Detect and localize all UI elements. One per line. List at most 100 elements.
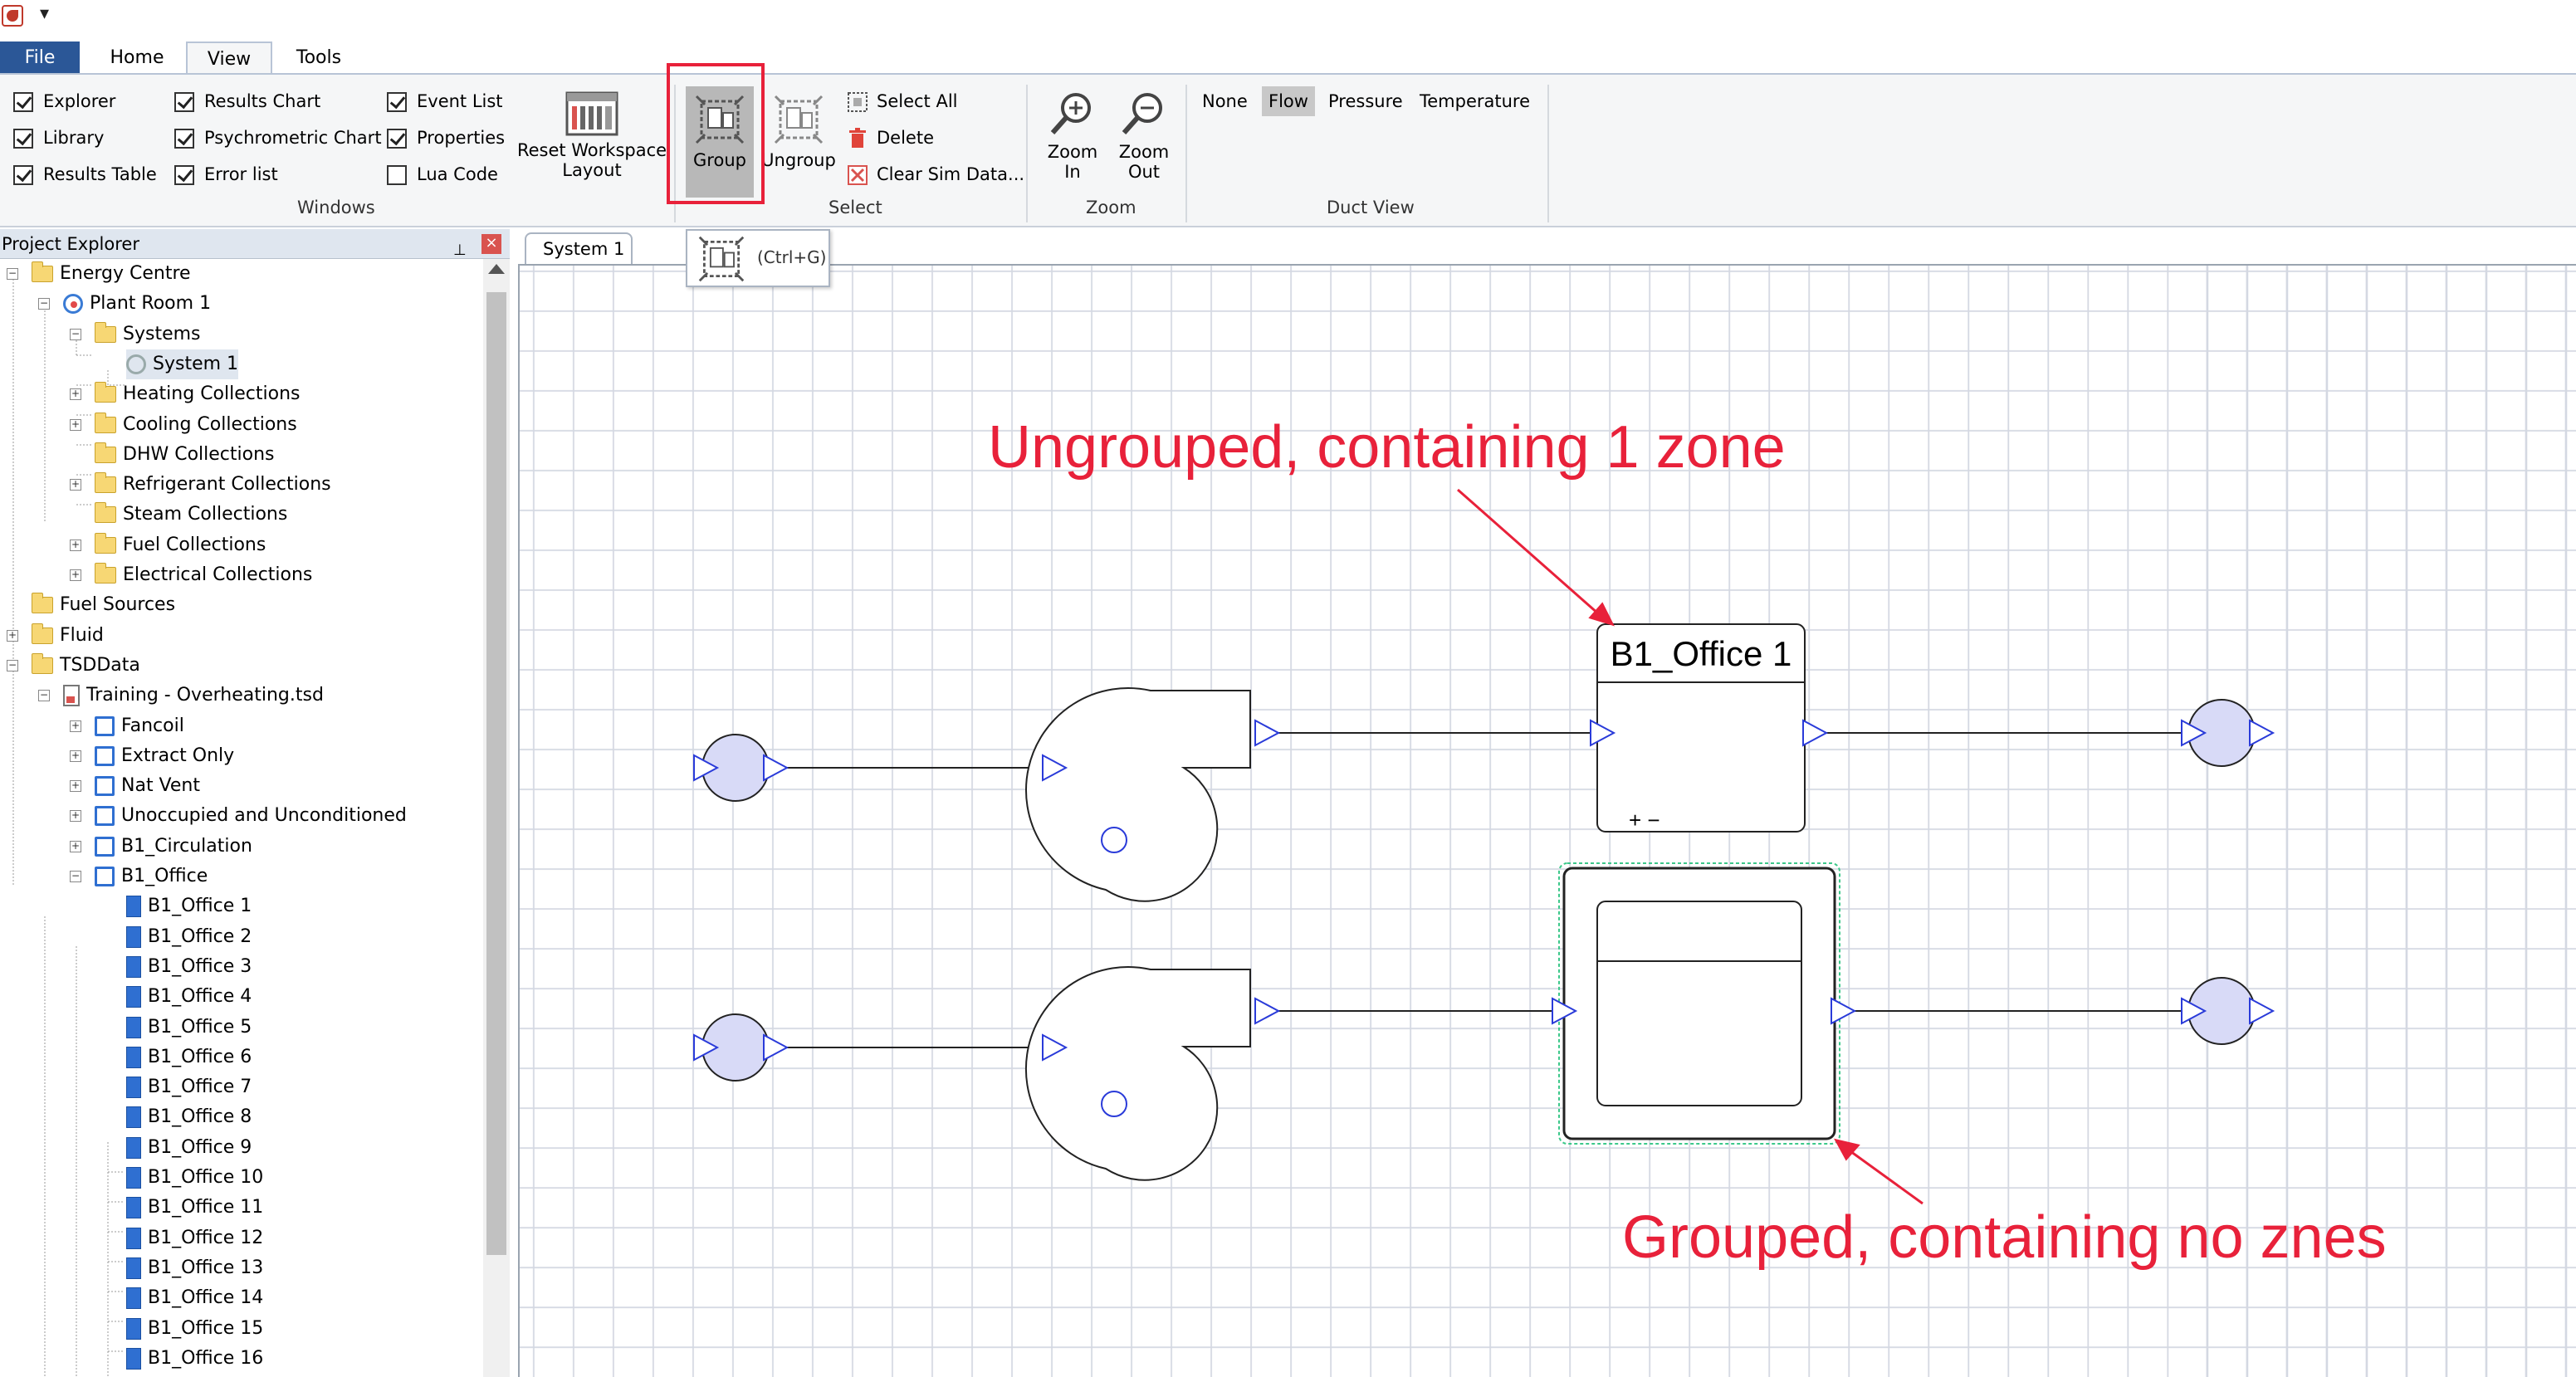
checkbox-icon	[13, 129, 33, 149]
delete-button[interactable]: Delete	[845, 125, 934, 151]
tree-node[interactable]: + Fluid	[7, 621, 104, 651]
collapse-icon[interactable]: −	[70, 871, 81, 882]
tree-node[interactable]: B1_Office 4	[126, 982, 252, 1012]
explorer-checkbox[interactable]: Explorer	[13, 88, 115, 115]
tab-system-1[interactable]: System 1	[525, 232, 633, 264]
zoom-out-button[interactable]: Zoom Out	[1111, 88, 1177, 182]
tree-node[interactable]: + Fancoil	[70, 711, 184, 741]
select-all-icon	[848, 92, 868, 112]
expand-icon[interactable]: +	[70, 569, 81, 581]
expand-icon[interactable]: +	[70, 840, 81, 852]
fan-component[interactable]	[1025, 687, 1251, 902]
collapse-icon[interactable]: −	[38, 298, 50, 310]
tree-node[interactable]: − TSDData	[7, 651, 140, 681]
tree-node[interactable]: B1_Office 5	[126, 1013, 252, 1043]
collapse-icon[interactable]: −	[7, 659, 18, 671]
tab-tools[interactable]: Tools	[277, 42, 360, 75]
clear-sim-data-button[interactable]: Clear Sim Data...	[845, 161, 1024, 188]
tree-node[interactable]: B1_Office 16	[126, 1344, 263, 1374]
ungroup-button[interactable]: Ungroup	[759, 93, 838, 170]
tree-node[interactable]: B1_Office 8	[126, 1102, 252, 1132]
tab-view[interactable]: View	[186, 42, 272, 75]
results-chart-checkbox[interactable]: Results Chart	[174, 88, 320, 115]
tree-node[interactable]: + Electrical Collections	[70, 560, 312, 590]
tree-node[interactable]: + B1_Circulation	[70, 832, 252, 862]
tree-node[interactable]: + Heating Collections	[70, 379, 300, 409]
event-list-checkbox[interactable]: Event List	[387, 88, 503, 115]
explorer-scrollbar[interactable]	[483, 259, 510, 1377]
tree-node[interactable]: B1_Office 9	[126, 1133, 252, 1163]
tree-node[interactable]: − Training - Overheating.tsd	[38, 681, 324, 710]
app-icon[interactable]	[2, 5, 23, 27]
tree-node[interactable]: B1_Office 12	[126, 1223, 263, 1253]
zone-expand-controls[interactable]: + −	[1629, 808, 1660, 833]
psychrometric-chart-checkbox[interactable]: Psychrometric Chart	[174, 125, 382, 151]
explorer-tree: − Energy Centre − Plant Room 1 − Systems Syste…	[0, 259, 483, 1377]
expand-icon[interactable]: +	[70, 720, 81, 732]
tree-node[interactable]: B1_Office 1	[126, 891, 252, 921]
tree-node[interactable]: B1_Office 17	[126, 1374, 263, 1377]
tree-node[interactable]: + Extract Only	[70, 741, 234, 771]
tree-node[interactable]: − Systems	[70, 320, 201, 349]
error-list-checkbox[interactable]: Error list	[174, 161, 278, 188]
duct-view-temperature-button[interactable]: Temperature	[1413, 86, 1537, 116]
fan-control-port-icon	[1101, 1091, 1127, 1117]
library-checkbox[interactable]: Library	[13, 125, 104, 151]
tree-node[interactable]: B1_Office 11	[126, 1193, 263, 1223]
close-icon[interactable]: ×	[481, 234, 501, 254]
tree-node[interactable]: + Unoccupied and Unconditioned	[70, 801, 407, 831]
properties-checkbox[interactable]: Properties	[387, 125, 505, 151]
expand-icon[interactable]: +	[70, 539, 81, 551]
collapse-icon[interactable]: −	[70, 328, 81, 340]
tree-node[interactable]: + Refrigerant Collections	[70, 470, 331, 500]
tree-node-label: B1_Office 11	[148, 1197, 264, 1218]
zoom-in-button[interactable]: Zoom In	[1039, 88, 1106, 182]
expand-icon[interactable]: +	[70, 479, 81, 491]
expand-icon[interactable]: +	[70, 388, 81, 401]
lua-code-checkbox[interactable]: Lua Code	[387, 161, 498, 188]
plant-room-icon	[63, 294, 83, 315]
tree-node[interactable]: DHW Collections	[95, 440, 275, 470]
select-all-button[interactable]: Select All	[845, 88, 958, 115]
collapse-icon[interactable]: −	[38, 690, 50, 702]
empty-zone-group[interactable]	[1596, 901, 1802, 1106]
zone-group-icon	[95, 745, 115, 766]
expand-icon[interactable]: +	[70, 810, 81, 823]
tree-node[interactable]: + Nat Vent	[70, 771, 200, 801]
tab-home[interactable]: Home	[90, 42, 184, 75]
tree-node[interactable]: Fuel Sources	[32, 590, 175, 620]
scroll-up-icon[interactable]	[488, 264, 505, 274]
tree-node[interactable]: B1_Office 13	[126, 1253, 263, 1283]
tree-node[interactable]: B1_Office 6	[126, 1043, 252, 1072]
reset-workspace-layout-button[interactable]: Reset Workspace Layout	[515, 91, 669, 180]
tree-node[interactable]: B1_Office 2	[126, 922, 252, 952]
duct-view-pressure-button[interactable]: Pressure	[1322, 86, 1410, 116]
collapse-icon[interactable]: −	[7, 268, 18, 280]
expand-icon[interactable]: +	[7, 629, 18, 642]
tab-file[interactable]: File	[0, 42, 80, 75]
tree-node[interactable]: B1_Office 15	[126, 1314, 263, 1344]
tree-node[interactable]: B1_Office 3	[126, 952, 252, 982]
scrollbar-thumb[interactable]	[486, 292, 506, 1255]
tree-node[interactable]: System 1	[126, 349, 239, 379]
tree-node[interactable]: − Energy Centre	[7, 259, 191, 289]
expand-icon[interactable]: +	[70, 750, 81, 762]
tree-node[interactable]: − B1_Office	[70, 862, 208, 891]
tree-node[interactable]: − Plant Room 1	[38, 289, 211, 319]
fan-component[interactable]	[1025, 966, 1251, 1181]
expand-icon[interactable]: +	[70, 780, 81, 793]
tree-node[interactable]: B1_Office 7	[126, 1072, 252, 1102]
results-table-checkbox[interactable]: Results Table	[13, 161, 157, 188]
zoom-group-label: Zoom	[1086, 198, 1136, 217]
duct-view-none-button[interactable]: None	[1195, 86, 1254, 116]
tree-node-label: TSDData	[60, 654, 140, 676]
expand-icon[interactable]: +	[70, 418, 81, 431]
tree-node[interactable]: Steam Collections	[95, 500, 287, 530]
duct-view-flow-button[interactable]: Flow	[1262, 86, 1315, 116]
tree-node[interactable]: B1_Office 14	[126, 1283, 263, 1313]
qat-dropdown-icon[interactable]: ▾	[40, 3, 49, 24]
tree-node[interactable]: B1_Office 10	[126, 1163, 263, 1193]
tree-node[interactable]: + Cooling Collections	[70, 410, 297, 440]
arrowhead-icon	[1834, 1138, 1860, 1161]
tree-node[interactable]: + Fuel Collections	[70, 530, 266, 560]
